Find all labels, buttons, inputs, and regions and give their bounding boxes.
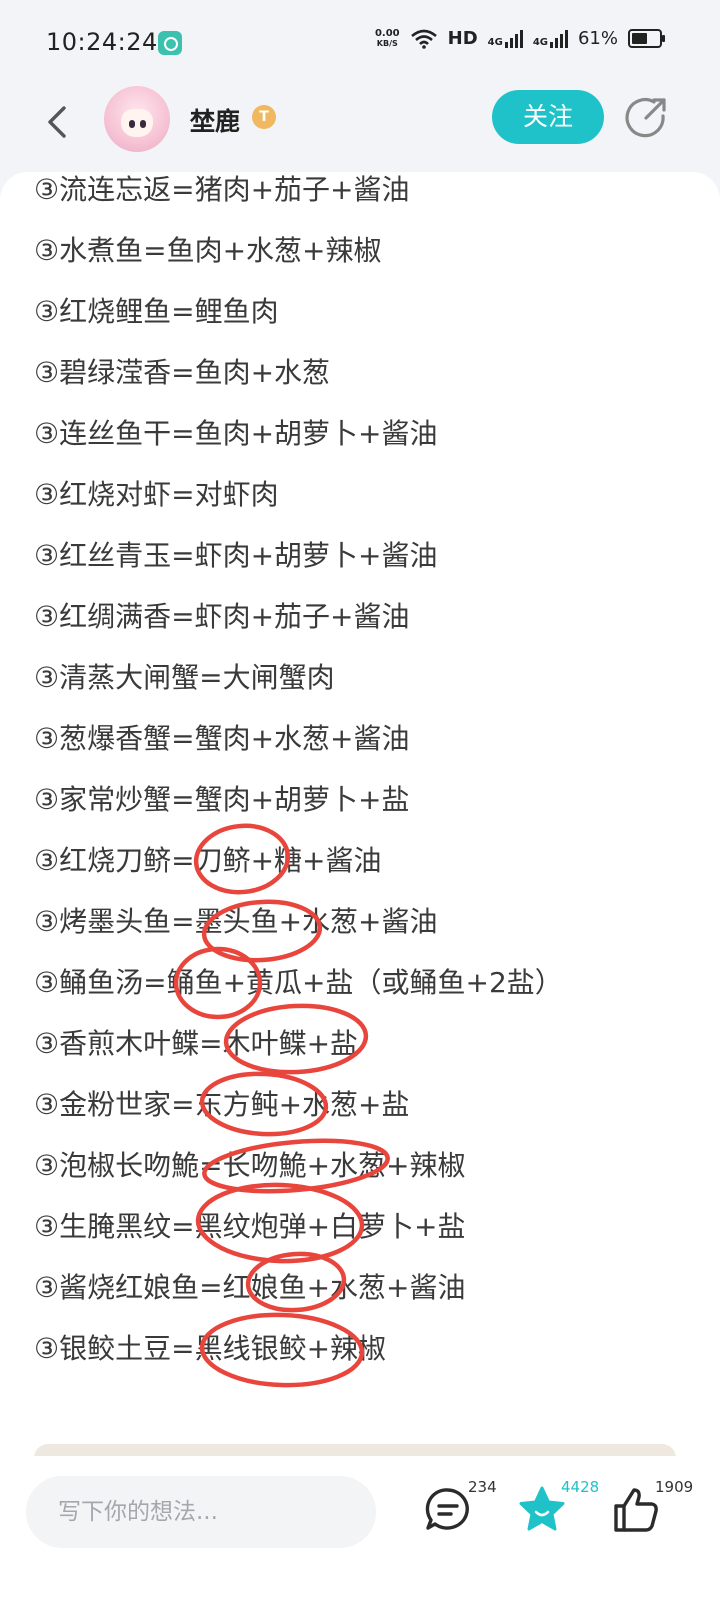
level-badge: T — [252, 105, 276, 129]
network-speed-unit: KB/S — [376, 38, 398, 48]
signal-bars-icon — [549, 29, 568, 48]
avatar-eye — [140, 120, 146, 128]
recipe-line: ③红烧刀鲚=刀鲚+糖+酱油 — [34, 844, 382, 877]
recipe-line: ③生腌黑纹=黑纹炮弹+白萝卜+盐 — [34, 1210, 466, 1243]
recipe-line: ③清蒸大闸蟹=大闸蟹肉 — [34, 661, 335, 694]
app-notification-icon — [158, 31, 182, 55]
wifi-icon — [410, 29, 437, 49]
recipe-line: ③流连忘返=猪肉+茄子+酱油 — [34, 173, 410, 206]
comment-count: 234 — [468, 1478, 497, 1496]
hd-indicator: HD — [447, 28, 478, 49]
recipe-line: ③家常炒蟹=蟹肉+胡萝卜+盐 — [34, 783, 410, 816]
network-speed: 0.00 KB/S — [374, 27, 400, 49]
favorite-count: 4428 — [561, 1478, 600, 1496]
signal-bars-icon — [504, 29, 523, 48]
recipe-line: ③连丝鱼干=鱼肉+胡萝卜+酱油 — [34, 417, 438, 450]
author-name[interactable]: 埜鹿 — [190, 102, 240, 138]
avatar-eye — [129, 120, 135, 128]
battery-percent: 61% — [577, 28, 618, 49]
avatar-face — [121, 109, 153, 137]
status-icons: 0.00 KB/S HD 4G 4G 61% — [374, 27, 665, 49]
network-speed-value: 0.00 — [374, 27, 400, 39]
battery-icon — [628, 29, 665, 48]
recipe-line: ③葱爆香蟹=蟹肉+水葱+酱油 — [34, 722, 410, 755]
follow-button[interactable]: 关注 — [492, 90, 604, 144]
signal-2: 4G — [532, 29, 568, 48]
recipe-line: ③红烧对虾=对虾肉 — [34, 478, 279, 511]
recipe-line: ③香煎木叶鲽=木叶鲽+盐 — [34, 1027, 359, 1060]
back-arrow-icon[interactable] — [38, 102, 78, 142]
avatar[interactable] — [104, 86, 170, 152]
recipe-line: ③鲬鱼汤=鲬鱼+黄瓜+盐（或鲬鱼+2盐） — [34, 966, 563, 999]
recipe-line: ③红烧鲤鱼=鲤鱼肉 — [34, 295, 279, 328]
network-type-1: 4G — [487, 36, 503, 48]
like-count: 1909 — [655, 1478, 694, 1496]
signal-1: 4G — [487, 29, 523, 48]
recipe-line: ③烤墨头鱼=墨头鱼+水葱+酱油 — [34, 905, 438, 938]
status-time: 10:24:24 — [46, 28, 158, 56]
network-type-2: 4G — [532, 36, 548, 48]
comment-input[interactable] — [26, 1476, 376, 1548]
recipe-line: ③银鲛土豆=黑线银鲛+辣椒 — [34, 1332, 387, 1365]
recipe-line: ③酱烧红娘鱼=红娘鱼+水葱+酱油 — [34, 1271, 466, 1304]
status-bar: 10:24:24 0.00 KB/S HD 4G 4G 61% — [0, 0, 720, 84]
recipe-line: ③金粉世家=东方鲀+水葱+盐 — [34, 1088, 410, 1121]
recipe-line: ③红绸满香=虾肉+茄子+酱油 — [34, 600, 410, 633]
recipe-line: ③水煮鱼=鱼肉+水葱+辣椒 — [34, 234, 382, 267]
post-header: 埜鹿 T 关注 — [0, 84, 720, 176]
bottom-action-bar: 234 4428 1909 — [0, 1456, 720, 1600]
share-icon[interactable] — [624, 96, 668, 140]
recipe-line: ③碧绿滢香=鱼肉+水葱 — [34, 356, 331, 389]
post-content: ③流连忘返=猪肉+茄子+酱油 ③水煮鱼=鱼肉+水葱+辣椒 ③红烧鲤鱼=鲤鱼肉 ③… — [0, 172, 720, 1462]
recipe-line: ③红丝青玉=虾肉+胡萝卜+酱油 — [34, 539, 438, 572]
comment-icon[interactable] — [422, 1484, 474, 1536]
recipe-line: ③泡椒长吻鮠=长吻鮠+水葱+辣椒 — [34, 1149, 466, 1182]
